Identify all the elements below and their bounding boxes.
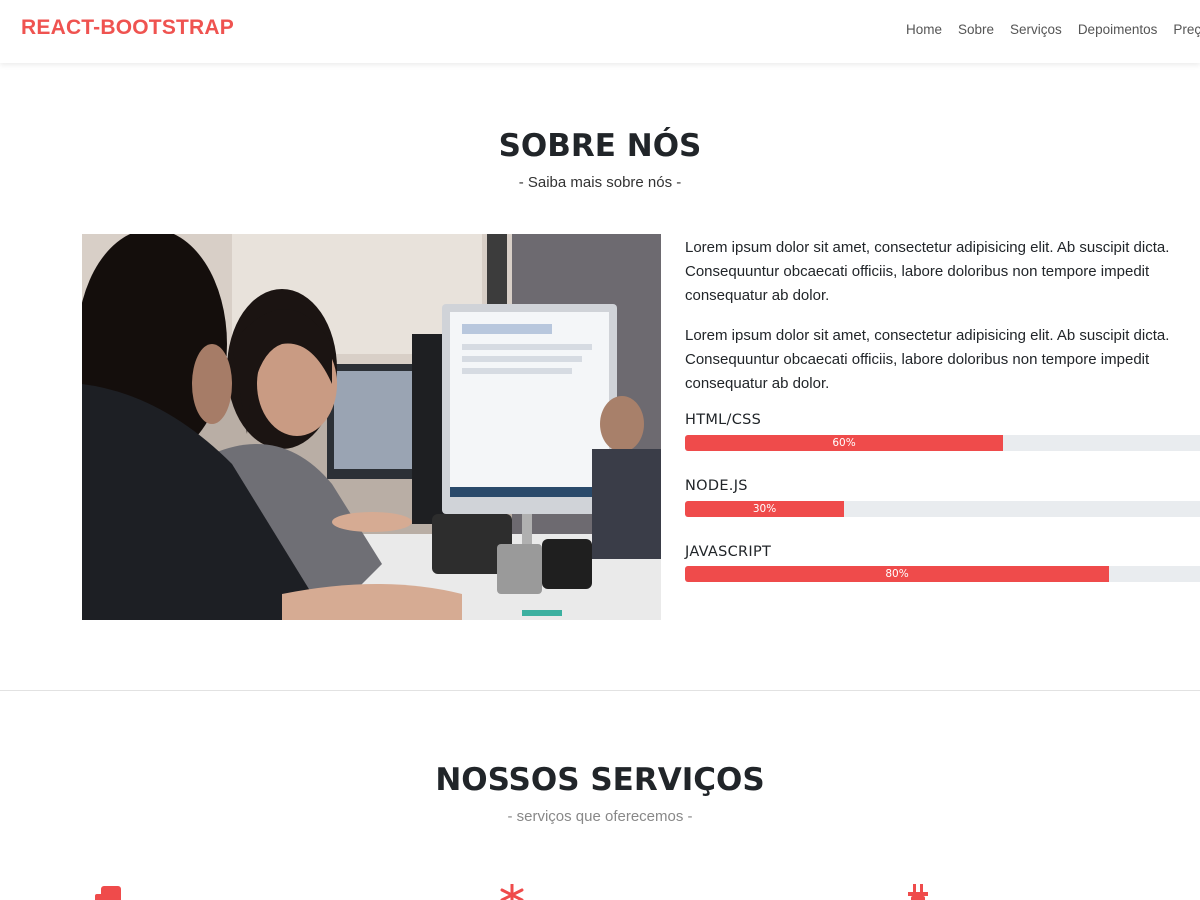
brand-logo[interactable]: REACT-BOOTSTRAP bbox=[21, 16, 234, 40]
skill-html-css: HTML/CSS 60% bbox=[685, 412, 1200, 451]
skill-label: HTML/CSS bbox=[685, 412, 762, 428]
about-subtitle: - Saiba mais sobre nós - bbox=[518, 174, 682, 191]
about-paragraph: Lorem ipsum dolor sit amet, consectetur … bbox=[685, 239, 1170, 304]
progress-fill: 30% bbox=[685, 501, 844, 517]
nav-link-precos[interactable]: Preços bbox=[1173, 22, 1200, 37]
clone-icon bbox=[95, 886, 121, 900]
about-title: SOBRE NÓS bbox=[498, 128, 702, 164]
progress-fill: 60% bbox=[685, 435, 1003, 451]
about-text: Lorem ipsum dolor sit amet, consectetur … bbox=[685, 236, 1200, 412]
team-photo-illustration bbox=[82, 234, 661, 620]
nav-link-home[interactable]: Home bbox=[906, 22, 942, 37]
progress-fill: 80% bbox=[685, 566, 1109, 582]
nav-menu: Home Sobre Serviços Depoimentos Preços bbox=[906, 22, 1200, 37]
progress-bar: 30% bbox=[685, 501, 1200, 517]
skill-label: JAVASCRIPT bbox=[685, 544, 772, 560]
section-divider bbox=[0, 690, 1200, 691]
about-paragraph: Lorem ipsum dolor sit amet, consectetur … bbox=[685, 327, 1170, 392]
nav-link-depoimentos[interactable]: Depoimentos bbox=[1078, 22, 1158, 37]
progress-bar: 80% bbox=[685, 566, 1200, 582]
skill-node-js: NODE.JS 30% bbox=[685, 478, 1200, 517]
navbar: REACT-BOOTSTRAP Home Sobre Serviços Depo… bbox=[0, 0, 1200, 63]
nav-link-servicos[interactable]: Serviços bbox=[1010, 22, 1062, 37]
services-subtitle: - serviços que oferecemos - bbox=[507, 808, 693, 825]
nav-link-sobre[interactable]: Sobre bbox=[958, 22, 994, 37]
progress-bar: 60% bbox=[685, 435, 1200, 451]
team-photo bbox=[82, 234, 661, 620]
skill-label: NODE.JS bbox=[685, 478, 748, 494]
plug-icon bbox=[908, 884, 928, 900]
services-title: NOSSOS SERVIÇOS bbox=[435, 762, 765, 798]
skill-javascript: JAVASCRIPT 80% bbox=[685, 544, 1200, 582]
snowflake-icon bbox=[500, 884, 524, 900]
